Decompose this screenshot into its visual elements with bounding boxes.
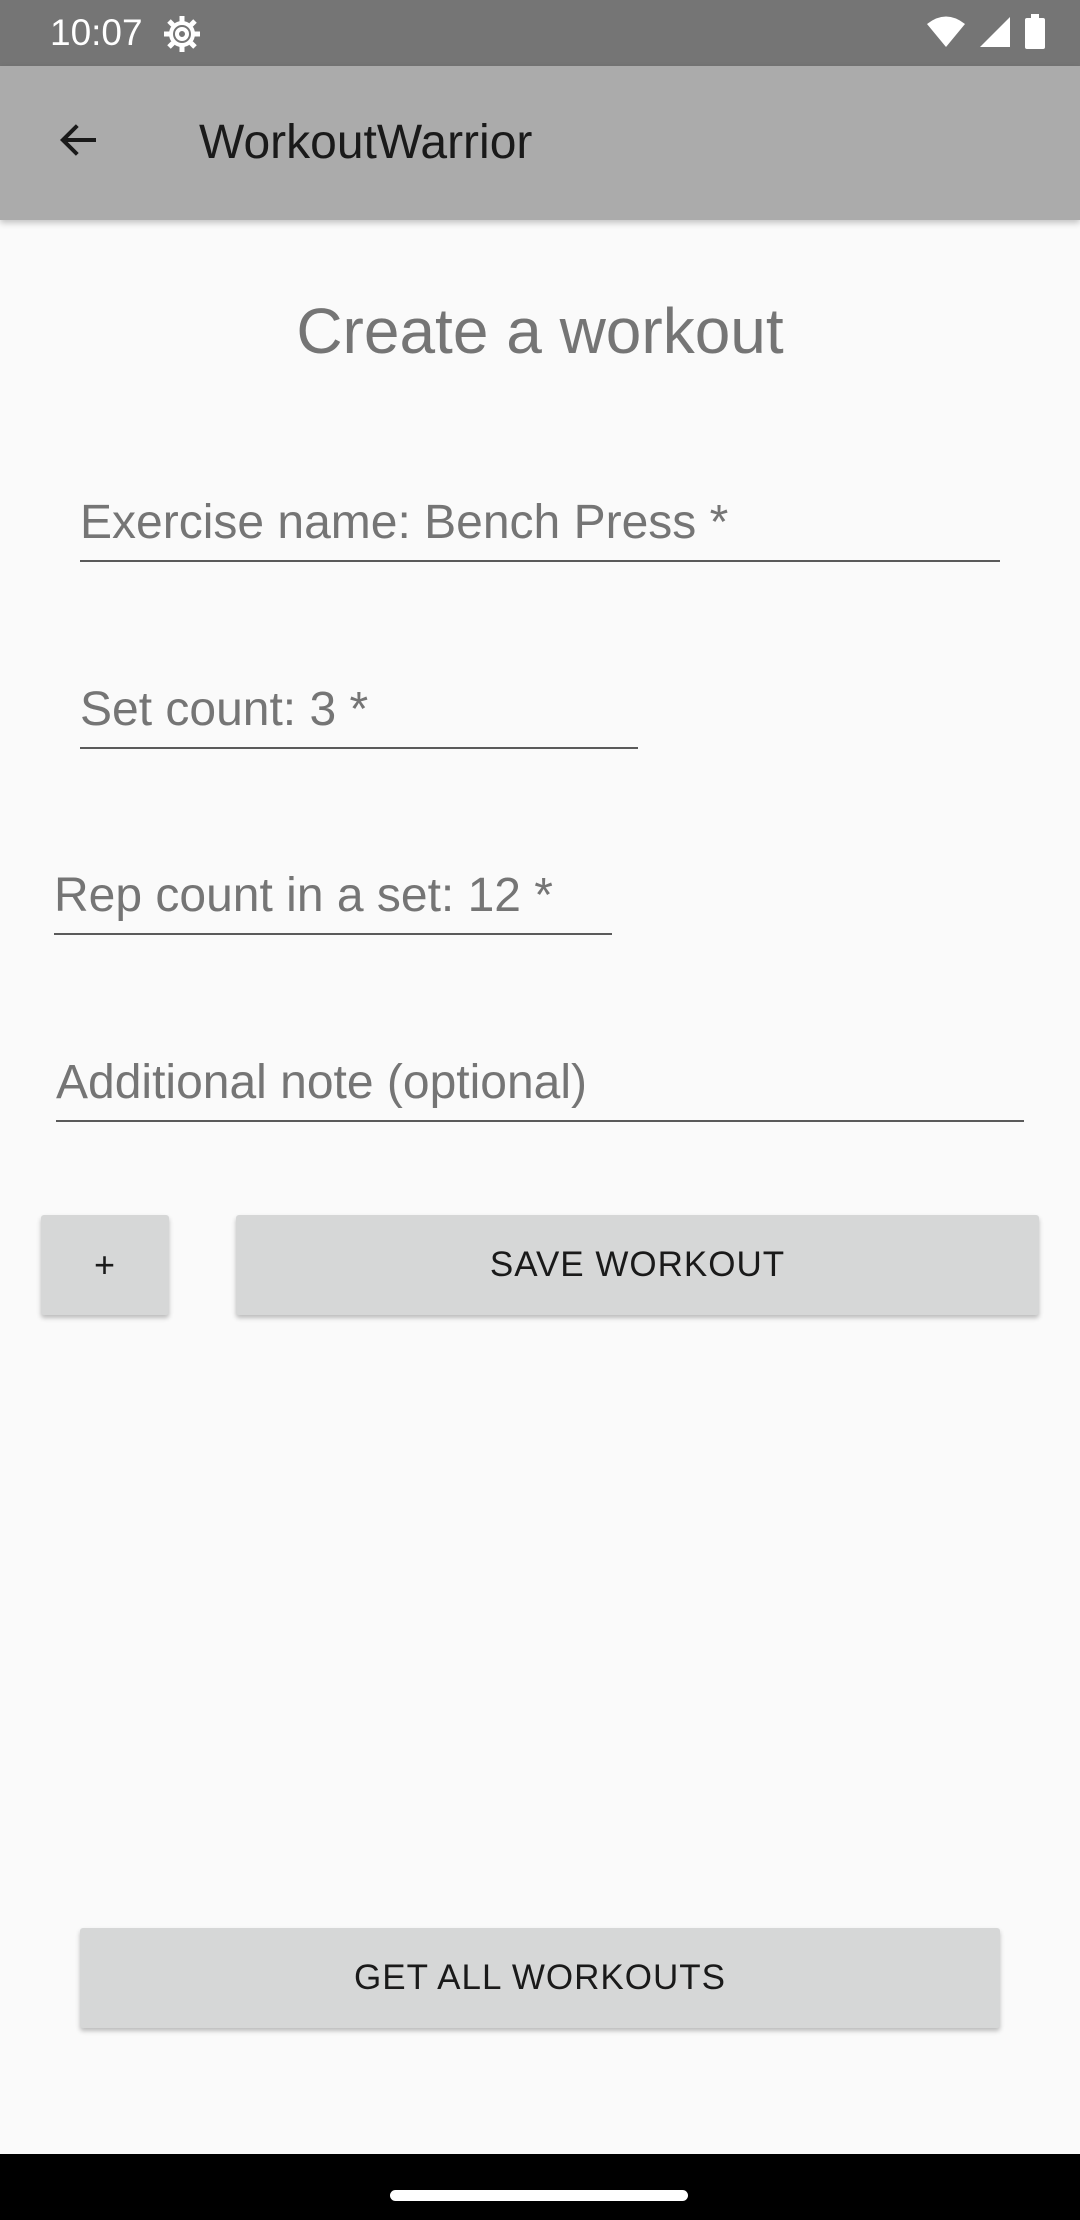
settings-gear-icon	[162, 14, 202, 54]
rep-count-input[interactable]	[54, 868, 612, 923]
save-workout-button[interactable]: SAVE WORKOUT	[236, 1215, 1039, 1315]
set-count-field	[80, 667, 638, 749]
get-all-workouts-button[interactable]: GET ALL WORKOUTS	[80, 1928, 1000, 2028]
status-bar: 10:07	[0, 0, 1080, 66]
arrow-back-icon	[54, 116, 102, 169]
exercise-name-input[interactable]	[80, 495, 1000, 550]
exercise-name-field	[80, 480, 1000, 562]
back-button[interactable]	[36, 100, 120, 184]
status-time: 10:07	[50, 12, 143, 53]
set-count-input[interactable]	[80, 682, 638, 737]
wifi-icon	[926, 15, 966, 54]
note-field	[56, 1040, 1024, 1122]
page-title: Create a workout	[296, 295, 784, 367]
app-bar: WorkoutWarrior	[0, 66, 1080, 220]
app-title: WorkoutWarrior	[199, 116, 533, 169]
home-handle[interactable]	[390, 2190, 688, 2201]
navigation-bar	[0, 2154, 1080, 2220]
battery-icon	[1024, 13, 1046, 55]
rep-count-field	[54, 853, 612, 935]
signal-icon	[978, 15, 1012, 54]
note-input[interactable]	[56, 1055, 1024, 1110]
add-button[interactable]: +	[41, 1215, 169, 1315]
